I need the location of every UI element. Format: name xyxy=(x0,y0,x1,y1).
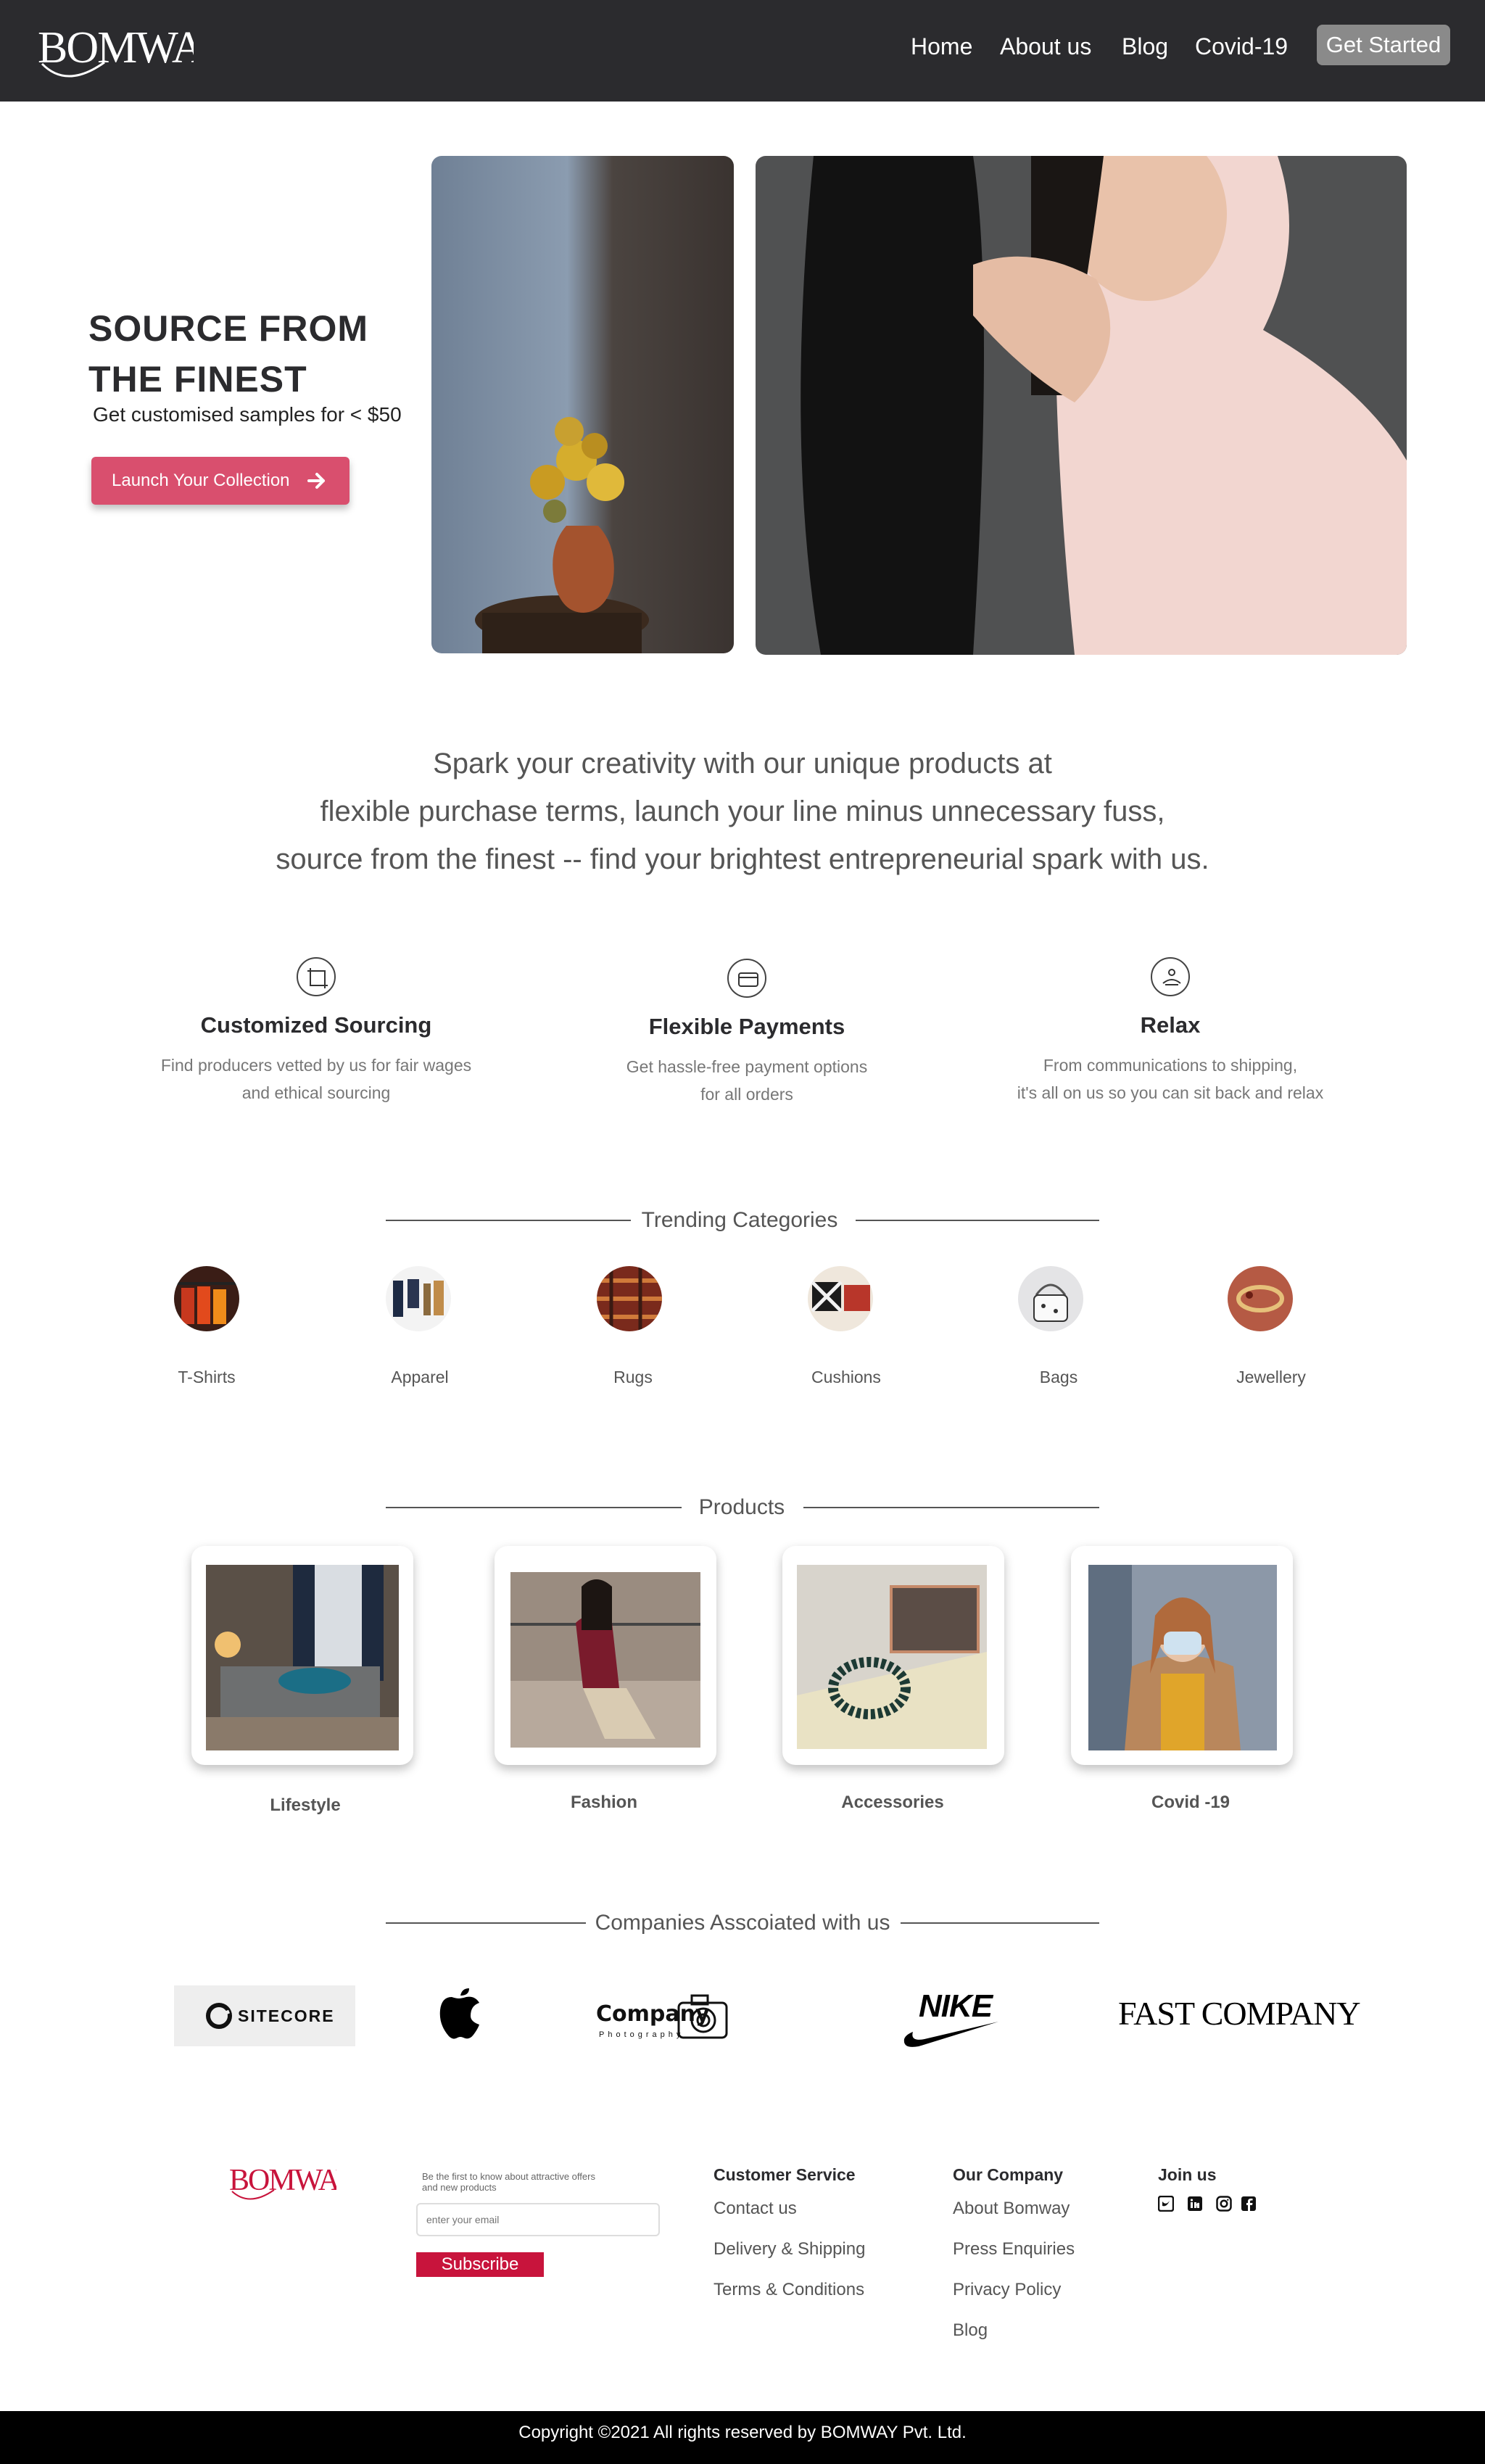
footer-link-contact-us[interactable]: Contact us xyxy=(713,2199,797,2219)
relax-icon xyxy=(1151,957,1190,996)
our-company-heading: Our Company xyxy=(953,2165,1064,2184)
product-label-accessories[interactable]: Accessories xyxy=(782,1793,1004,1813)
product-image-fashion xyxy=(510,1572,700,1748)
company-photography-logo: Company Photography xyxy=(595,1990,732,2045)
section-divider xyxy=(901,1922,1099,1924)
category-rugs-image[interactable] xyxy=(597,1266,662,1331)
product-image-accessories xyxy=(797,1565,987,1749)
category-apparel-image[interactable] xyxy=(386,1266,451,1331)
nav-covid-19[interactable]: Covid-19 xyxy=(1195,33,1288,60)
email-field[interactable] xyxy=(416,2203,660,2236)
section-divider xyxy=(386,1220,631,1221)
footer-link-terms[interactable]: Terms & Conditions xyxy=(713,2280,864,2300)
photography-caption: Photography xyxy=(599,2030,684,2039)
category-tshirts-image[interactable] xyxy=(174,1266,239,1331)
product-image-lifestyle xyxy=(206,1565,399,1750)
product-label-fashion[interactable]: Fashion xyxy=(493,1793,715,1813)
sitecore-logo: SITECORE xyxy=(174,1985,355,2046)
subscribe-button[interactable]: Subscribe xyxy=(416,2252,544,2277)
join-us-heading: Join us xyxy=(1158,2165,1217,2184)
linkedin-icon[interactable] xyxy=(1187,2196,1203,2212)
feature-desc: Get hassle-free payment options for all … xyxy=(626,1057,868,1104)
feature-flexible-payments: Flexible Payments Get hassle-free paymen… xyxy=(529,957,964,1108)
category-label[interactable]: Jewellery xyxy=(1199,1368,1344,1387)
products-heading: Products xyxy=(698,1495,785,1519)
hero-image-vase xyxy=(431,156,734,653)
instagram-icon[interactable] xyxy=(1216,2196,1232,2212)
nav-home[interactable]: Home xyxy=(911,33,972,60)
facebook-icon[interactable] xyxy=(1241,2196,1257,2212)
feature-relax: Relax From communications to shipping, i… xyxy=(953,957,1388,1107)
category-label[interactable]: Rugs xyxy=(561,1368,706,1387)
customer-service-heading: Customer Service xyxy=(713,2165,856,2184)
apple-logo-icon xyxy=(439,1988,479,2039)
feature-title: Flexible Payments xyxy=(648,1014,845,1039)
hero-title: SOURCE FROM THE FINEST xyxy=(88,308,368,400)
footer-link-privacy-policy[interactable]: Privacy Policy xyxy=(953,2280,1061,2300)
footer-link-blog[interactable]: Blog xyxy=(953,2320,988,2341)
bomway-footer-logo[interactable]: BOMWAY xyxy=(229,2162,336,2203)
nike-logo: NIKE xyxy=(903,1985,1001,2049)
nav-blog[interactable]: Blog xyxy=(1122,33,1168,60)
twitter-icon[interactable] xyxy=(1158,2196,1174,2212)
product-card-lifestyle[interactable] xyxy=(191,1546,413,1765)
feature-customized-sourcing: Customized Sourcing Find producers vette… xyxy=(99,957,534,1107)
launch-collection-label: Launch Your Collection xyxy=(112,471,290,490)
trending-categories-heading: Trending Categories xyxy=(641,1208,838,1232)
category-bags-image[interactable] xyxy=(1018,1266,1083,1331)
swoosh-icon xyxy=(903,2022,998,2047)
product-card-fashion[interactable] xyxy=(495,1546,716,1765)
product-card-covid-19[interactable] xyxy=(1071,1546,1293,1765)
hero-image-models xyxy=(756,156,1407,655)
feature-title: Relax xyxy=(1140,1012,1201,1038)
footer-link-delivery-shipping[interactable]: Delivery & Shipping xyxy=(713,2239,865,2260)
category-cushions-image[interactable] xyxy=(808,1266,873,1331)
footer-link-press-enquiries[interactable]: Press Enquiries xyxy=(953,2239,1075,2260)
tagline: Spark your creativity with our unique pr… xyxy=(0,740,1485,883)
product-label-covid-19[interactable]: Covid -19 xyxy=(1080,1793,1302,1813)
product-card-accessories[interactable] xyxy=(782,1546,1004,1765)
tagline-line-2: flexible purchase terms, launch your lin… xyxy=(320,795,1165,827)
section-divider xyxy=(386,1507,682,1508)
get-started-button[interactable]: Get Started xyxy=(1317,25,1450,65)
nav-about-us[interactable]: About us xyxy=(1000,33,1091,60)
feature-title: Customized Sourcing xyxy=(200,1012,432,1038)
hero-subtitle: Get customised samples for < $50 xyxy=(93,403,402,426)
launch-collection-button[interactable]: Launch Your Collection xyxy=(91,457,349,505)
section-divider xyxy=(803,1507,1099,1508)
feature-desc: From communications to shipping, it's al… xyxy=(1017,1056,1324,1102)
credit-card-icon xyxy=(727,959,766,998)
tagline-line-1: Spark your creativity with our unique pr… xyxy=(433,748,1052,780)
crop-icon xyxy=(297,957,336,996)
bomway-logo[interactable]: BOMWAY xyxy=(38,20,194,78)
footer-link-about-bomway[interactable]: About Bomway xyxy=(953,2199,1070,2219)
category-label[interactable]: Cushions xyxy=(774,1368,919,1387)
svg-text:BOMWAY: BOMWAY xyxy=(229,2164,336,2197)
svg-text:BOMWAY: BOMWAY xyxy=(38,23,194,73)
arrow-right-icon xyxy=(307,473,325,489)
category-label[interactable]: Bags xyxy=(986,1368,1131,1387)
copyright-bar: Copyright ©2021 All rights reserved by B… xyxy=(0,2411,1485,2464)
tagline-line-3: source from the finest -- find your brig… xyxy=(276,843,1209,875)
section-divider xyxy=(386,1922,586,1924)
category-jewellery-image[interactable] xyxy=(1228,1266,1293,1331)
sitecore-logo-text: SITECORE xyxy=(238,2006,335,2025)
section-divider xyxy=(856,1220,1099,1221)
category-label[interactable]: Apparel xyxy=(347,1368,492,1387)
camera-icon xyxy=(677,1994,728,2039)
fast-company-logo: FAST COMPANY xyxy=(1118,1995,1361,2032)
feature-desc: Find producers vetted by us for fair wag… xyxy=(160,1056,472,1102)
category-label[interactable]: T-Shirts xyxy=(134,1368,279,1387)
newsletter-text: Be the first to know about attractive of… xyxy=(422,2171,595,2193)
companies-heading: Companies Asscoiated with us xyxy=(595,1911,890,1935)
product-label-lifestyle[interactable]: Lifestyle xyxy=(194,1795,416,1816)
product-image-covid-19 xyxy=(1088,1565,1277,1750)
